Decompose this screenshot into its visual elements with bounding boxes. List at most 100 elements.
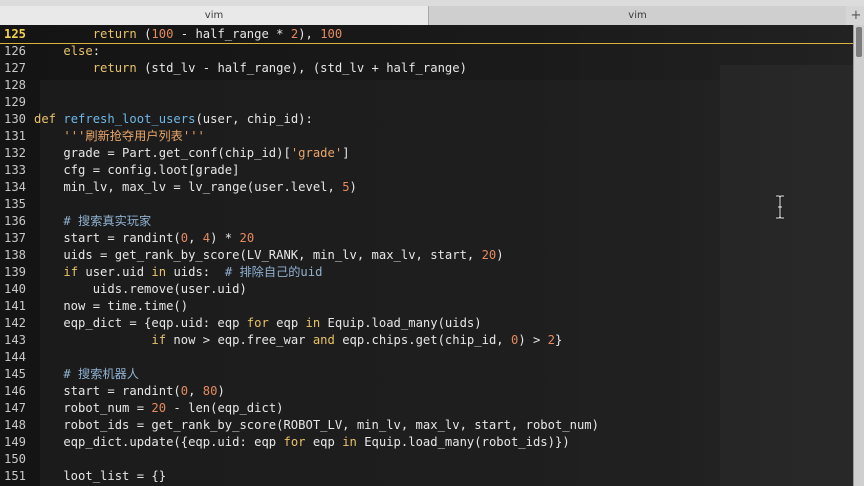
- code-line[interactable]: 140 uids.remove(user.uid): [0, 281, 864, 298]
- code-token: 'grade': [290, 146, 343, 160]
- code-token: - half_range *: [173, 27, 291, 41]
- code-text: else:: [34, 43, 100, 60]
- code-token: now = time.time(): [34, 299, 189, 313]
- code-token: eqp: [268, 316, 306, 330]
- code-line[interactable]: 136 # 搜索真实玩家: [0, 213, 864, 230]
- code-token: ): [217, 384, 225, 398]
- line-number: 132: [4, 146, 27, 160]
- code-line[interactable]: 135: [0, 196, 864, 213]
- code-token: robot_ids = get_rank_by_score(ROBOT_LV, …: [34, 418, 599, 432]
- code-text: eqp_dict = {eqp.uid: eqp for eqp in Equi…: [34, 315, 481, 332]
- line-number: 133: [4, 163, 27, 177]
- line-number: 148: [4, 418, 27, 432]
- code-line[interactable]: 148 robot_ids = get_rank_by_score(ROBOT_…: [0, 417, 864, 434]
- code-token: start = randint(: [34, 231, 181, 245]
- code-token: (user, chip_id):: [195, 112, 313, 126]
- code-token: 20: [151, 401, 167, 415]
- code-token: - len(eqp_dict): [166, 401, 284, 415]
- code-line[interactable]: 129: [0, 94, 864, 111]
- line-number: 137: [4, 231, 27, 245]
- tab-vim-2[interactable]: vim: [429, 6, 846, 25]
- code-line[interactable]: 133 cfg = config.loot[grade]: [0, 162, 864, 179]
- code-line[interactable]: 144: [0, 349, 864, 366]
- code-token: def: [34, 112, 57, 126]
- code-token: ) >: [518, 333, 548, 347]
- code-line[interactable]: 134 min_lv, max_lv = lv_range(user.level…: [0, 179, 864, 196]
- code-token: eqp_dict = {eqp.uid: eqp: [34, 316, 247, 330]
- code-line[interactable]: 128: [0, 77, 864, 94]
- code-text: if user.uid in uids: # 排除自己的uid: [34, 264, 322, 281]
- code-token: min_lv, max_lv = lv_range(user.level,: [34, 180, 343, 194]
- code-text: robot_ids = get_rank_by_score(ROBOT_LV, …: [34, 417, 599, 434]
- code-line[interactable]: 125 return (100 - half_range * 2), 100: [0, 26, 864, 44]
- code-token: eqp_dict.update({eqp.uid: eqp: [34, 435, 284, 449]
- code-token: ),: [298, 27, 321, 41]
- code-token: robot_num =: [34, 401, 152, 415]
- line-number: 145: [4, 367, 27, 381]
- line-number: 143: [4, 333, 27, 347]
- code-line[interactable]: 127 return (std_lv - half_range), (std_l…: [0, 60, 864, 77]
- code-token: # 搜索机器人: [63, 367, 139, 381]
- code-line[interactable]: 138 uids = get_rank_by_score(LV_RANK, mi…: [0, 247, 864, 264]
- code-token: return: [92, 61, 137, 75]
- code-line[interactable]: 150: [0, 451, 864, 468]
- code-token: for: [246, 316, 269, 330]
- code-line[interactable]: 145 # 搜索机器人: [0, 366, 864, 383]
- code-token: eqp: [305, 435, 343, 449]
- tab-vim-1[interactable]: vim: [0, 6, 429, 25]
- code-token: and: [312, 333, 335, 347]
- line-number: 141: [4, 299, 27, 313]
- code-line[interactable]: 141 now = time.time(): [0, 298, 864, 315]
- code-line[interactable]: 149 eqp_dict.update({eqp.uid: eqp for eq…: [0, 434, 864, 451]
- code-line[interactable]: 132 grade = Part.get_conf(chip_id)['grad…: [0, 145, 864, 162]
- code-line[interactable]: 143 if now > eqp.free_war and eqp.chips.…: [0, 332, 864, 349]
- code-token: 80: [202, 384, 218, 398]
- code-line[interactable]: 142 eqp_dict = {eqp.uid: eqp for eqp in …: [0, 315, 864, 332]
- line-number: 126: [4, 44, 27, 58]
- code-line[interactable]: 151 loot_list = {}: [0, 468, 864, 485]
- code-token: now > eqp.free_war: [166, 333, 313, 347]
- code-token: Equip.load_many(robot_ids)}): [356, 435, 570, 449]
- code-text: min_lv, max_lv = lv_range(user.level, 5): [34, 179, 357, 196]
- line-number: 151: [4, 469, 27, 483]
- code-token: # 搜索真实玩家: [63, 214, 152, 228]
- new-tab-button[interactable]: +: [848, 6, 864, 25]
- code-text: start = randint(0, 4) * 20: [34, 230, 254, 247]
- code-token: 2: [547, 333, 556, 347]
- code-line[interactable]: 139 if user.uid in uids: # 排除自己的uid: [0, 264, 864, 281]
- vim-editor[interactable]: 125 return (100 - half_range * 2), 100 12…: [0, 25, 864, 486]
- code-token: 5: [342, 180, 350, 194]
- code-token: in: [151, 265, 167, 279]
- code-token: ,: [188, 231, 203, 245]
- code-token: ,: [188, 384, 203, 398]
- scrollbar-thumb[interactable]: [856, 27, 862, 57]
- code-token: (: [136, 27, 152, 41]
- code-text: if now > eqp.free_war and eqp.chips.get(…: [34, 332, 562, 349]
- scrollbar-track[interactable]: [854, 25, 864, 486]
- code-text: return (std_lv - half_range), (std_lv + …: [34, 60, 467, 77]
- code-line[interactable]: 147 robot_num = 20 - len(eqp_dict): [0, 400, 864, 417]
- code-line[interactable]: 146 start = randint(0, 80): [0, 383, 864, 400]
- code-token: ) *: [210, 231, 240, 245]
- code-line[interactable]: 130 def refresh_loot_users(user, chip_id)…: [0, 111, 864, 128]
- code-line[interactable]: 131 '''刷新抢夺用户列表''': [0, 128, 864, 145]
- code-token: in: [305, 316, 321, 330]
- line-number: 136: [4, 214, 27, 228]
- line-number: 129: [4, 95, 27, 109]
- line-number: 140: [4, 282, 27, 296]
- code-text: start = randint(0, 80): [34, 383, 225, 400]
- line-number: 150: [4, 452, 27, 466]
- line-number: 147: [4, 401, 27, 415]
- code-line[interactable]: 137 start = randint(0, 4) * 20: [0, 230, 864, 247]
- code-line[interactable]: 126 else:: [0, 43, 864, 60]
- code-token: uids = get_rank_by_score(LV_RANK, min_lv…: [34, 248, 482, 262]
- code-token: 20: [481, 248, 497, 262]
- code-token: if: [151, 333, 167, 347]
- code-token: 100: [151, 27, 174, 41]
- code-token: eqp.chips.get(chip_id,: [334, 333, 511, 347]
- code-token: 0: [180, 384, 189, 398]
